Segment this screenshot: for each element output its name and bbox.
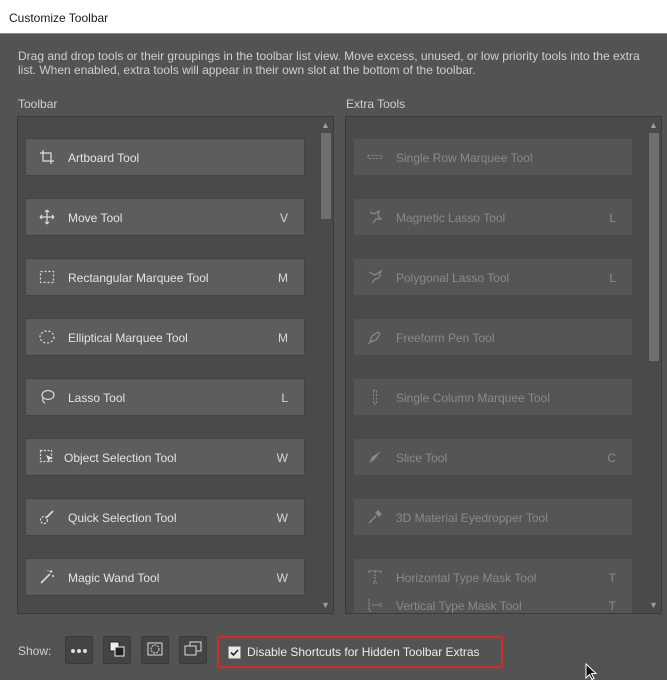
tool-name: Object Selection Tool	[64, 451, 177, 465]
color-swatches-icon	[109, 641, 125, 660]
tool-name: Single Column Marquee Tool	[396, 391, 550, 405]
polygonal-lasso-icon	[366, 268, 384, 286]
extra-tools-scrollbar[interactable]: ▲ ▼	[646, 117, 661, 613]
extra-tool-row[interactable]: Polygonal Lasso Tool L	[353, 258, 633, 296]
dialog-description: Drag and drop tools or their groupings i…	[18, 49, 640, 77]
screen-mode-icon	[184, 641, 202, 660]
tool-shortcut: L	[609, 211, 616, 225]
lasso-icon	[38, 388, 56, 406]
show-screen-modes-button[interactable]	[179, 636, 207, 664]
window-title: Customize Toolbar	[9, 11, 109, 25]
tool-shortcut: L	[609, 271, 616, 285]
toolbar-tool-row[interactable]: Elliptical Marquee Tool M	[25, 318, 305, 356]
tool-name: Magic Wand Tool	[68, 571, 160, 585]
move-icon	[38, 208, 56, 226]
toolbar-tool-row[interactable]: Magic Wand Tool W	[25, 558, 305, 596]
object-selection-icon	[38, 448, 56, 466]
extra-tool-row[interactable]: Freeform Pen Tool	[353, 318, 633, 356]
tool-name: Artboard Tool	[68, 151, 140, 165]
magic-wand-icon	[38, 568, 56, 586]
extra-tools-panel-label: Extra Tools	[346, 97, 406, 111]
tool-shortcut: W	[276, 571, 288, 585]
disable-shortcuts-checkbox[interactable]	[228, 646, 241, 659]
extra-tools-list[interactable]: Single Row Marquee Tool Magnetic Lasso T…	[345, 116, 662, 614]
freeform-pen-icon	[366, 328, 384, 346]
magnetic-lasso-icon	[366, 208, 384, 226]
toolbar-tool-row[interactable]: Lasso Tool L	[25, 378, 305, 416]
tool-shortcut: V	[279, 211, 288, 225]
tool-shortcut: L	[281, 391, 288, 405]
rectangular-marquee-icon	[38, 268, 56, 286]
show-label: Show:	[18, 644, 52, 658]
scroll-down-icon[interactable]: ▼	[318, 599, 333, 611]
single-row-marquee-icon	[366, 148, 384, 166]
show-quick-mask-button[interactable]	[141, 636, 169, 664]
tool-name: Lasso Tool	[68, 391, 126, 405]
tool-shortcut: W	[276, 511, 288, 525]
scroll-down-icon[interactable]: ▼	[646, 599, 661, 611]
checkmark-icon	[230, 649, 239, 657]
elliptical-marquee-icon	[38, 328, 56, 346]
scrollbar-thumb[interactable]	[649, 133, 659, 361]
tool-shortcut: C	[607, 451, 616, 465]
artboard-icon	[38, 148, 56, 166]
toolbar-tool-row[interactable]: Rectangular Marquee Tool M	[25, 258, 305, 296]
extra-tool-row[interactable]: Slice Tool C	[353, 438, 633, 476]
show-color-swatches-button[interactable]	[103, 636, 131, 664]
toolbar-tool-row[interactable]: Quick Selection Tool W	[25, 498, 305, 536]
mouse-cursor-icon	[585, 662, 598, 680]
extra-tool-row[interactable]: Magnetic Lasso Tool L	[353, 198, 633, 236]
slice-icon	[366, 448, 384, 466]
tool-name: Slice Tool	[396, 451, 448, 465]
extra-tool-row[interactable]: Single Column Marquee Tool	[353, 378, 633, 416]
horizontal-type-mask-icon	[366, 568, 384, 586]
scrollbar-thumb[interactable]	[321, 133, 331, 219]
tool-name: Rectangular Marquee Tool	[68, 271, 209, 285]
toolbar-tool-row[interactable]: Artboard Tool	[25, 138, 305, 176]
single-column-marquee-icon	[366, 388, 384, 406]
tool-name: Single Row Marquee Tool	[396, 151, 533, 165]
tool-name: Elliptical Marquee Tool	[68, 331, 188, 345]
toolbar-tool-row[interactable]: Object Selection Tool W	[25, 438, 305, 476]
tool-shortcut: M	[278, 331, 288, 345]
quick-selection-icon	[38, 508, 56, 526]
tool-shortcut: M	[278, 271, 288, 285]
scroll-up-icon[interactable]: ▲	[318, 119, 333, 131]
toolbar-panel-label: Toolbar	[18, 97, 58, 111]
tool-name: Freeform Pen Tool	[396, 331, 495, 345]
tool-name: Polygonal Lasso Tool	[396, 271, 510, 285]
window-titlebar: Customize Toolbar	[0, 0, 667, 34]
disable-shortcuts-option[interactable]: Disable Shortcuts for Hidden Toolbar Ext…	[217, 636, 503, 668]
toolbar-list[interactable]: Artboard Tool Move Tool V Rectangular Ma…	[17, 116, 334, 614]
tool-name: Move Tool	[68, 211, 123, 225]
extra-tool-group[interactable]: Horizontal Type Mask Tool T Vertical Typ…	[353, 558, 633, 613]
show-extra-tools-button[interactable]	[65, 636, 93, 664]
tool-name: 3D Material Eyedropper Tool	[396, 511, 548, 525]
eyedropper-icon	[366, 508, 384, 526]
more-dots-icon	[70, 643, 88, 657]
scroll-up-icon[interactable]: ▲	[646, 119, 661, 131]
tool-shortcut: T	[608, 599, 616, 613]
quick-mask-icon	[147, 641, 163, 660]
tool-name: Vertical Type Mask Tool	[396, 599, 522, 613]
extra-tool-row[interactable]: 3D Material Eyedropper Tool	[353, 498, 633, 536]
toolbar-tool-row[interactable]: Move Tool V	[25, 198, 305, 236]
tool-name: Quick Selection Tool	[68, 511, 177, 525]
toolbar-scrollbar[interactable]: ▲ ▼	[318, 117, 333, 613]
tool-shortcut: W	[276, 451, 288, 465]
tool-name: Horizontal Type Mask Tool	[396, 571, 537, 585]
disable-shortcuts-label[interactable]: Disable Shortcuts for Hidden Toolbar Ext…	[247, 645, 480, 659]
vertical-type-mask-icon	[366, 596, 384, 613]
tool-name: Magnetic Lasso Tool	[396, 211, 506, 225]
tool-shortcut: T	[608, 571, 616, 585]
extra-tool-row[interactable]: Single Row Marquee Tool	[353, 138, 633, 176]
